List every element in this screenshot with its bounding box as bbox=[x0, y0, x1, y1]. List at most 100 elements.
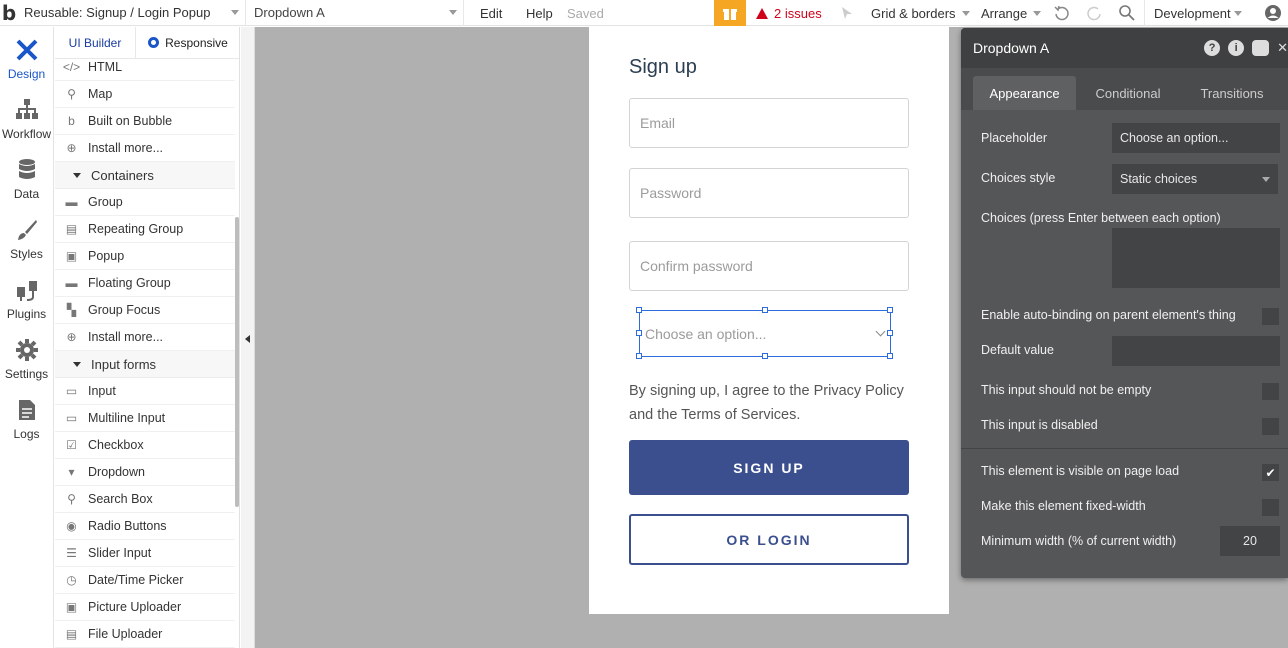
signup-button[interactable]: SIGN UP bbox=[629, 440, 909, 495]
element-list-item[interactable]: ⊕ Install more... bbox=[55, 324, 235, 351]
default-value-input[interactable] bbox=[1112, 336, 1280, 366]
element-list-item[interactable]: ◉ Radio Buttons bbox=[55, 513, 235, 540]
element-type-icon: ⚲ bbox=[67, 87, 76, 101]
category-header[interactable]: Input forms bbox=[55, 351, 235, 378]
element-list-label: HTML bbox=[88, 60, 123, 74]
nav-data[interactable]: Data bbox=[0, 147, 53, 207]
element-list-item[interactable]: ▣ Picture Uploader bbox=[55, 594, 235, 621]
element-list-label: Input forms bbox=[91, 356, 157, 372]
search-icon[interactable] bbox=[1118, 0, 1136, 26]
element-list-item[interactable]: ⊕ Install more... bbox=[55, 135, 235, 162]
email-field[interactable]: Email bbox=[629, 98, 909, 148]
property-editor-header[interactable]: Dropdown A ? i ✕ bbox=[961, 28, 1288, 68]
comment-icon[interactable] bbox=[1252, 40, 1270, 56]
nav-plugins[interactable]: Plugins bbox=[0, 267, 53, 327]
arrange-label: Arrange bbox=[981, 5, 1028, 21]
element-list-item[interactable]: ▣ Popup bbox=[55, 243, 235, 270]
nav-design[interactable]: Design bbox=[0, 27, 53, 87]
category-header[interactable]: Containers bbox=[55, 162, 235, 189]
element-type-icon: ☑ bbox=[66, 438, 77, 452]
nav-settings[interactable]: Settings bbox=[0, 327, 53, 387]
element-list-item[interactable]: ▚ Group Focus bbox=[55, 297, 235, 324]
tab-appearance[interactable]: Appearance bbox=[973, 76, 1076, 110]
grid-borders-menu[interactable]: Grid & borders bbox=[871, 0, 970, 26]
redo-icon[interactable] bbox=[1085, 0, 1103, 26]
password-field[interactable]: Password bbox=[629, 168, 909, 218]
tab-transitions[interactable]: Transitions bbox=[1180, 76, 1284, 110]
autobind-label: Enable auto-binding on parent element's … bbox=[981, 308, 1236, 322]
resize-handle[interactable] bbox=[887, 330, 893, 336]
resize-handle[interactable] bbox=[636, 307, 642, 313]
fixed-width-checkbox[interactable] bbox=[1262, 499, 1279, 516]
gift-icon[interactable] bbox=[714, 0, 746, 26]
element-list-label: Install more... bbox=[88, 141, 164, 155]
login-button[interactable]: OR LOGIN bbox=[629, 514, 909, 565]
collapse-panel-handle[interactable] bbox=[241, 27, 255, 648]
not-empty-checkbox[interactable] bbox=[1262, 383, 1279, 400]
page-selector-label: Reusable: Signup / Login Popup bbox=[24, 5, 211, 20]
top-bar: b Reusable: Signup / Login Popup Dropdow… bbox=[0, 0, 1288, 26]
min-width-input[interactable]: 20 bbox=[1220, 526, 1280, 556]
element-list-item[interactable]: ⚲ Search Box bbox=[55, 486, 235, 513]
nav-styles[interactable]: Styles bbox=[0, 207, 53, 267]
nav-workflow[interactable]: Workflow bbox=[0, 87, 53, 147]
panel-scrollbar[interactable] bbox=[235, 217, 239, 507]
undo-icon[interactable] bbox=[1053, 0, 1071, 26]
placeholder-input[interactable]: Choose an option... bbox=[1112, 123, 1280, 153]
warning-icon bbox=[756, 7, 768, 19]
pointer-tool-icon[interactable] bbox=[840, 0, 854, 26]
page-selector[interactable]: Reusable: Signup / Login Popup bbox=[18, 0, 246, 26]
tab-conditional[interactable]: Conditional bbox=[1076, 76, 1180, 110]
resize-handle[interactable] bbox=[887, 307, 893, 313]
element-list-item[interactable]: ▤ File Uploader bbox=[55, 621, 235, 648]
visible-on-load-checkbox[interactable]: ✔ bbox=[1262, 464, 1279, 481]
choices-style-select[interactable]: Static choices bbox=[1112, 164, 1278, 194]
resize-handle[interactable] bbox=[636, 353, 642, 359]
element-list-item[interactable]: ▭ Input bbox=[55, 378, 235, 405]
arrange-menu[interactable]: Arrange bbox=[981, 0, 1042, 26]
resize-handle[interactable] bbox=[762, 353, 768, 359]
nav-workflow-label: Workflow bbox=[1, 127, 52, 141]
help-icon[interactable]: ? bbox=[1204, 40, 1221, 56]
element-list-item[interactable]: ▬ Group bbox=[55, 189, 235, 216]
info-icon[interactable]: i bbox=[1228, 40, 1245, 56]
edit-menu[interactable]: Edit bbox=[480, 0, 502, 26]
element-list-item[interactable]: ◷ Date/Time Picker bbox=[55, 567, 235, 594]
element-type-icon: ▣ bbox=[65, 249, 78, 263]
tab-responsive[interactable]: Responsive bbox=[135, 27, 239, 59]
element-list-label: Map bbox=[88, 87, 113, 101]
confirm-password-field[interactable]: Confirm password bbox=[629, 241, 909, 291]
element-list-item[interactable]: ☑ Checkbox bbox=[55, 432, 235, 459]
resize-handle[interactable] bbox=[887, 353, 893, 359]
bubble-logo[interactable]: b bbox=[0, 0, 18, 26]
fixed-width-label: Make this element fixed-width bbox=[981, 499, 1146, 513]
issues-button[interactable]: 2 issues bbox=[756, 0, 822, 26]
element-list-item[interactable]: ▭ Multiline Input bbox=[55, 405, 235, 432]
choices-textarea[interactable] bbox=[1112, 228, 1280, 288]
element-list-item[interactable]: ⚲ Map bbox=[55, 81, 235, 108]
help-menu[interactable]: Help bbox=[526, 0, 553, 26]
elements-list: </> HTML ⚲ Map b Built on Bubble ⊕ Install more… bbox=[55, 54, 235, 648]
password-placeholder: Password bbox=[640, 185, 702, 201]
element-type-icon: b bbox=[68, 114, 75, 128]
disabled-checkbox[interactable] bbox=[1262, 418, 1279, 435]
element-list-item[interactable]: ▤ Repeating Group bbox=[55, 216, 235, 243]
nav-logs[interactable]: Logs bbox=[0, 387, 53, 447]
element-list-item[interactable]: ▾ Dropdown bbox=[55, 459, 235, 486]
element-list-item[interactable]: ▬ Floating Group bbox=[55, 270, 235, 297]
min-width-label: Minimum width (% of current width) bbox=[981, 534, 1177, 548]
dropdown-a[interactable]: Choose an option... bbox=[639, 310, 891, 357]
environment-selector[interactable]: Development bbox=[1144, 0, 1248, 26]
element-list-item[interactable]: b Built on Bubble bbox=[55, 108, 235, 135]
element-selector[interactable]: Dropdown A bbox=[246, 0, 464, 26]
close-icon[interactable]: ✕ bbox=[1277, 40, 1288, 56]
resize-handle[interactable] bbox=[636, 330, 642, 336]
element-list-item[interactable]: ☰ Slider Input bbox=[55, 540, 235, 567]
tab-ui-builder[interactable]: UI Builder bbox=[55, 27, 135, 59]
element-list-label: Checkbox bbox=[88, 438, 144, 452]
autobind-checkbox[interactable] bbox=[1262, 308, 1279, 325]
resize-handle[interactable] bbox=[762, 307, 768, 313]
signup-popup[interactable]: Sign up Email Password Confirm password … bbox=[589, 27, 949, 614]
account-icon[interactable] bbox=[1258, 0, 1288, 26]
workflow-icon bbox=[15, 97, 39, 123]
